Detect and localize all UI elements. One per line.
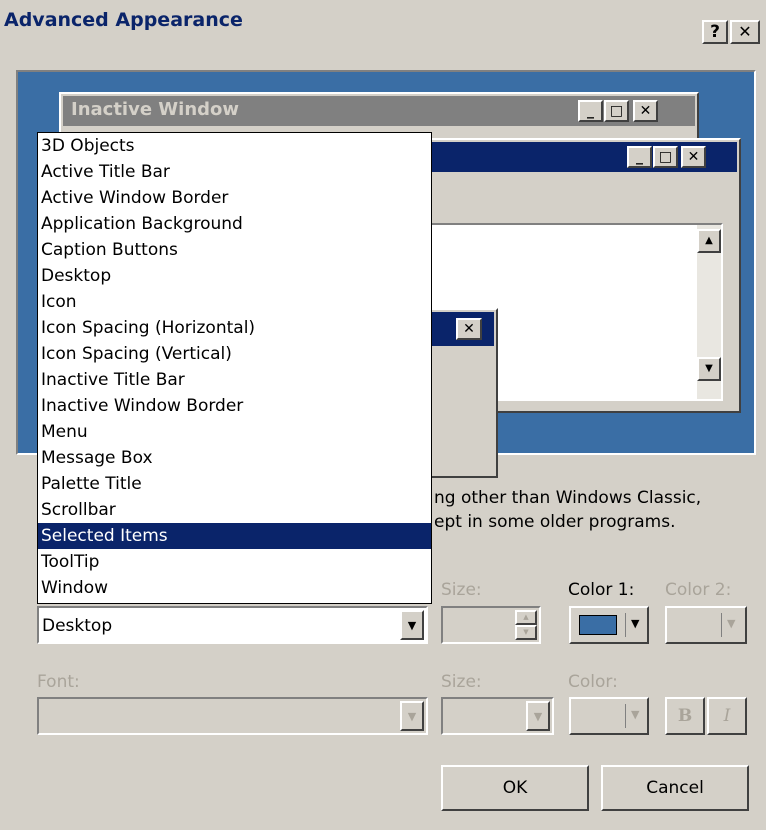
color2-button[interactable]: ▼: [665, 606, 747, 644]
chevron-down-icon: ▼: [631, 708, 640, 721]
list-item[interactable]: Inactive Title Bar: [38, 367, 431, 393]
help-icon: ?: [710, 21, 720, 42]
list-item[interactable]: Scrollbar: [38, 497, 431, 523]
list-item[interactable]: Selected Items: [38, 523, 431, 549]
spin-down-icon[interactable]: ▼: [515, 625, 537, 640]
italic-button[interactable]: I: [707, 697, 747, 735]
bold-button[interactable]: B: [665, 697, 705, 735]
inactive-minimize-icon: _: [578, 100, 603, 122]
chevron-down-icon: ▼: [407, 618, 417, 632]
list-item[interactable]: 3D Objects: [38, 133, 431, 159]
info-text-line1: ng other than Windows Classic,: [434, 488, 702, 508]
inactive-close-icon: ✕: [633, 100, 658, 122]
item-size-label: Size:: [441, 580, 482, 600]
active-maximize-icon: □: [653, 146, 678, 168]
scroll-down-icon: ▼: [697, 357, 721, 381]
item-dropdown-list[interactable]: 3D Objects Active Title Bar Active Window …: [37, 132, 432, 604]
info-text-line2: ept in some older programs.: [434, 512, 676, 532]
list-item[interactable]: Active Title Bar: [38, 159, 431, 185]
close-button[interactable]: ✕: [730, 20, 760, 44]
list-item[interactable]: Desktop: [38, 263, 431, 289]
font-size-label: Size:: [441, 672, 482, 692]
list-item[interactable]: Message Box: [38, 445, 431, 471]
list-item[interactable]: Active Window Border: [38, 185, 431, 211]
active-minimize-icon: _: [627, 146, 652, 168]
font-combo[interactable]: ▼: [37, 697, 428, 735]
list-item[interactable]: Menu: [38, 419, 431, 445]
chevron-down-icon: ▼: [631, 617, 640, 630]
item-combo-value: Desktop: [42, 616, 113, 636]
font-combo-arrow[interactable]: ▼: [400, 701, 424, 731]
item-combo[interactable]: Desktop ▼: [37, 606, 428, 644]
preview-scrollbar: ▲ ▼: [697, 225, 721, 399]
cancel-button[interactable]: Cancel: [601, 765, 749, 811]
list-item[interactable]: Icon Spacing (Horizontal): [38, 315, 431, 341]
list-item[interactable]: Inactive Window Border: [38, 393, 431, 419]
italic-icon: I: [723, 706, 731, 726]
scroll-up-icon: ▲: [697, 229, 721, 253]
font-color-label: Color:: [568, 672, 618, 692]
color1-label: Color 1:: [568, 580, 635, 600]
list-item[interactable]: ToolTip: [38, 549, 431, 575]
bold-icon: B: [677, 706, 693, 726]
font-size-combo[interactable]: ▼: [441, 697, 554, 735]
active-close-icon: ✕: [681, 146, 706, 168]
list-item[interactable]: Application Background: [38, 211, 431, 237]
help-button[interactable]: ?: [702, 20, 728, 44]
list-item[interactable]: Icon: [38, 289, 431, 315]
inactive-title-bar: Inactive Window _ □ ✕: [63, 96, 695, 126]
list-item[interactable]: Icon Spacing (Vertical): [38, 341, 431, 367]
chevron-down-icon: ▼: [727, 617, 736, 630]
cancel-label: Cancel: [646, 778, 704, 798]
dialog-title-bar[interactable]: Advanced Appearance ? ✕: [0, 0, 766, 50]
chevron-down-icon: ▼: [407, 709, 417, 723]
dialog-title: Advanced Appearance: [4, 9, 243, 31]
chevron-down-icon: ▼: [533, 709, 543, 723]
inactive-maximize-icon: □: [604, 100, 629, 122]
ok-label: OK: [502, 778, 528, 798]
item-size-spinner[interactable]: ▲ ▼: [441, 606, 541, 644]
list-item[interactable]: Palette Title: [38, 471, 431, 497]
ok-button[interactable]: OK: [441, 765, 589, 811]
color2-label: Color 2:: [665, 580, 732, 600]
font-label: Font:: [37, 672, 80, 692]
font-color-button[interactable]: ▼: [569, 697, 649, 735]
item-combo-arrow[interactable]: ▼: [400, 610, 424, 640]
color1-button[interactable]: ▼: [569, 606, 649, 644]
inactive-window-title: Inactive Window: [71, 99, 240, 120]
color1-swatch: [579, 615, 617, 635]
list-item[interactable]: Caption Buttons: [38, 237, 431, 263]
message-box-close-icon: ✕: [456, 318, 482, 340]
close-icon: ✕: [738, 22, 752, 41]
spin-up-icon[interactable]: ▲: [515, 610, 537, 625]
list-item[interactable]: Window: [38, 575, 431, 601]
font-size-arrow[interactable]: ▼: [526, 701, 550, 731]
